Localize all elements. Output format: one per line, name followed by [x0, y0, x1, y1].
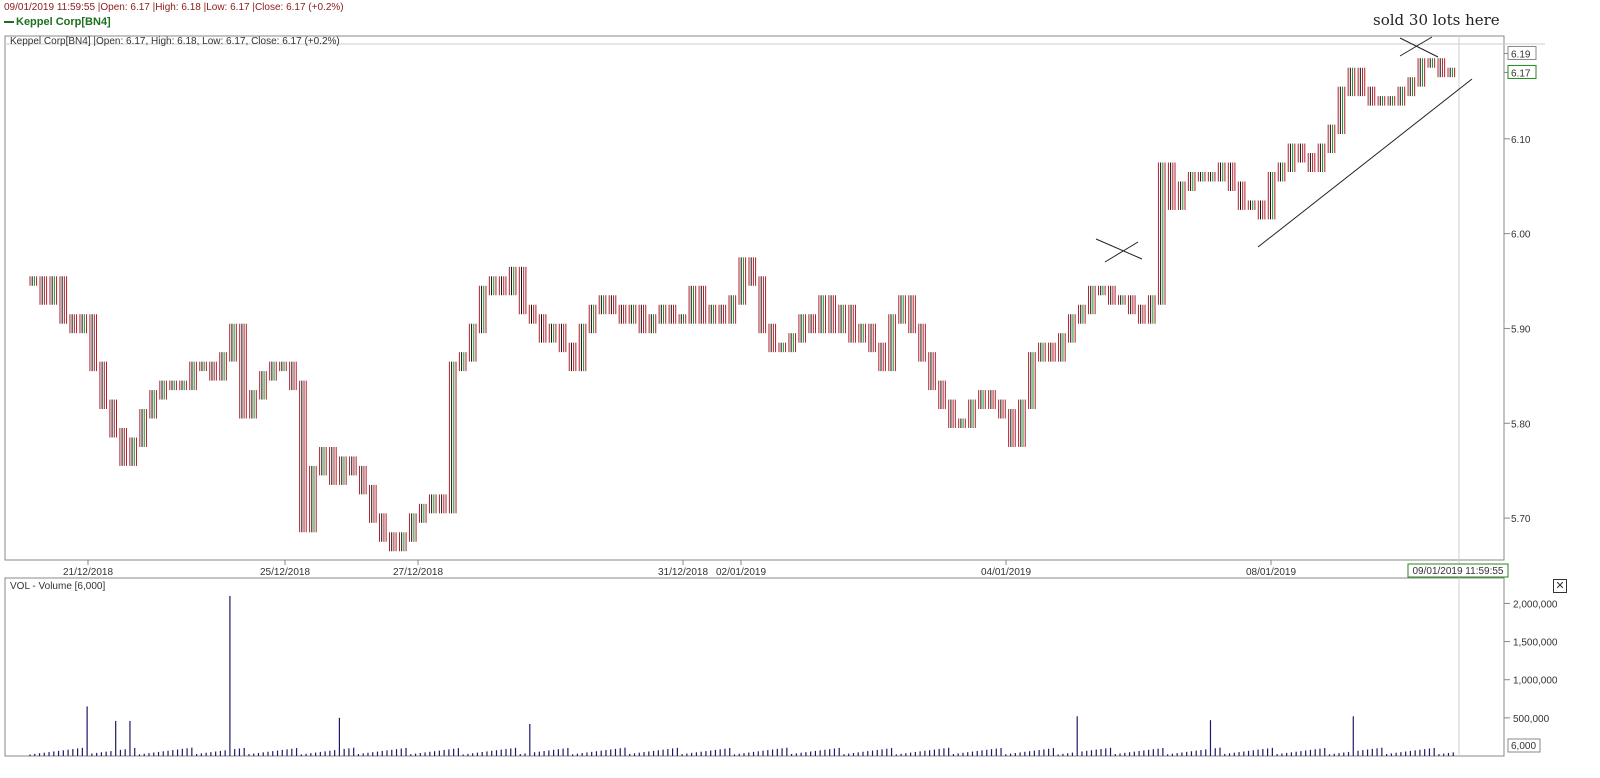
last-time-label: 09/01/2019 11:59:55 — [1412, 566, 1503, 577]
volume-tick-label: 2,000,000 — [1513, 599, 1558, 610]
price-panel-frame — [4, 35, 1505, 561]
date-x-axis: 21/12/2018 25/12/2018 27/12/2018 31/12/2018… — [63, 560, 1509, 578]
volume-tick-label: 500,000 — [1513, 714, 1550, 725]
date-tick-label: 21/12/2018 — [63, 567, 113, 578]
annotation-note: sold 30 lots here — [1373, 11, 1500, 29]
price-tick-label: 6.10 — [1511, 135, 1531, 146]
cross-mark-line-a — [1095, 238, 1143, 260]
price-tick-label: 5.80 — [1511, 419, 1531, 430]
close-panel-button[interactable]: ✕ — [1553, 579, 1567, 593]
date-tick-label: 25/12/2018 — [260, 567, 310, 578]
price-y-axis: 6.19 6.17 6.10 6.00 5.90 5.80 5.70 — [1504, 45, 1537, 525]
price-tick-label: 6.00 — [1511, 230, 1531, 241]
price-tick-label: 5.90 — [1511, 324, 1531, 335]
price-tick-label: 6.19 — [1511, 49, 1531, 60]
volume-tick-label: 1,000,000 — [1513, 676, 1558, 687]
volume-bars — [29, 595, 1454, 756]
price-tick-label: 6.17 — [1511, 68, 1531, 79]
volume-tick-label: 1,500,000 — [1513, 638, 1558, 649]
sell-cross-line-a — [1399, 37, 1439, 58]
chart-canvas[interactable]: Keppel Corp[BN4] |Open: 6.17, High: 6.18… — [0, 0, 1600, 778]
date-tick-label: 02/01/2019 — [716, 567, 766, 578]
date-tick-label: 04/01/2019 — [981, 567, 1031, 578]
close-icon: ✕ — [1555, 580, 1565, 592]
volume-panel-label: VOL - Volume [6,000] — [10, 581, 105, 592]
price-panel-label: Keppel Corp[BN4] |Open: 6.17, High: 6.18… — [10, 36, 340, 47]
date-tick-label: 08/01/2019 — [1246, 567, 1296, 578]
price-tick-label: 5.70 — [1511, 514, 1531, 525]
volume-y-axis: 2,000,000 1,500,000 1,000,000 500,000 6,000 — [1504, 599, 1558, 753]
date-tick-label: 27/12/2018 — [393, 567, 443, 578]
date-tick-label: 31/12/2018 — [658, 567, 708, 578]
volume-last-label: 6,000 — [1511, 741, 1536, 752]
price-bars — [29, 58, 1456, 552]
